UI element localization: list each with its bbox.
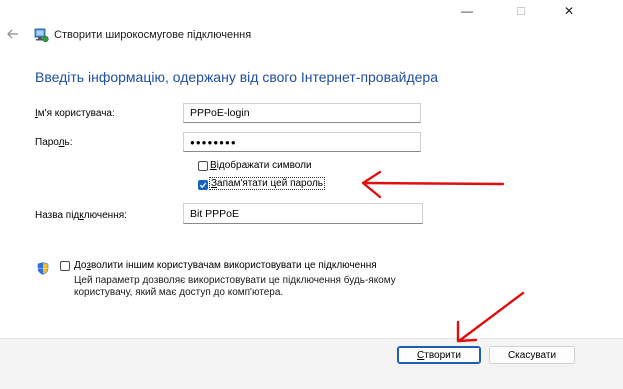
close-window-button[interactable]: ✕: [551, 0, 587, 22]
password-field[interactable]: ●●●●●●●●: [183, 132, 421, 152]
maximize-button[interactable]: ☐: [503, 0, 539, 22]
back-arrow-icon[interactable]: [6, 27, 20, 41]
allow-other-users-checkbox[interactable]: [60, 261, 70, 271]
password-value: ●●●●●●●●: [190, 137, 237, 147]
create-button[interactable]: Створити: [397, 346, 481, 364]
page-heading: Введіть інформацію, одержану від свого І…: [35, 69, 439, 85]
sharing-note: Цей параметр дозволяє використовувати це…: [74, 275, 396, 298]
minimize-button[interactable]: —: [449, 0, 485, 22]
username-value: PPPoE-login: [190, 107, 250, 119]
connection-name-value: Bit PPPoE: [190, 207, 240, 220]
username-label: Ім'я користувача:: [35, 108, 115, 119]
minimize-icon: —: [461, 4, 473, 18]
uac-shield-icon: [37, 262, 49, 275]
maximize-icon: ☐: [516, 5, 526, 18]
network-connection-icon: [34, 28, 49, 43]
remember-password-checkbox[interactable]: [198, 180, 208, 190]
show-characters-label[interactable]: Відображати символи: [210, 160, 312, 171]
remember-password-label[interactable]: Запам'ятати цей пароль: [209, 177, 326, 190]
arrow-to-create-button: [456, 291, 525, 343]
password-label: Пароль:: [35, 137, 73, 148]
cancel-button[interactable]: Скасувати: [489, 346, 575, 364]
connection-name-field[interactable]: Bit PPPoE: [183, 203, 423, 224]
annotation-overlay: [361, 170, 525, 343]
show-characters-checkbox[interactable]: [198, 161, 208, 171]
arrow-to-remember-password: [361, 170, 505, 199]
allow-other-users-label[interactable]: Дозволити іншим користувачам використову…: [74, 260, 377, 271]
checkmark-icon: [199, 182, 207, 189]
close-icon: ✕: [563, 4, 575, 18]
connection-name-label: Назва підключення:: [35, 210, 127, 221]
username-field[interactable]: PPPoE-login: [183, 103, 421, 123]
wizard-title: Створити широкосмугове підключення: [54, 29, 252, 41]
